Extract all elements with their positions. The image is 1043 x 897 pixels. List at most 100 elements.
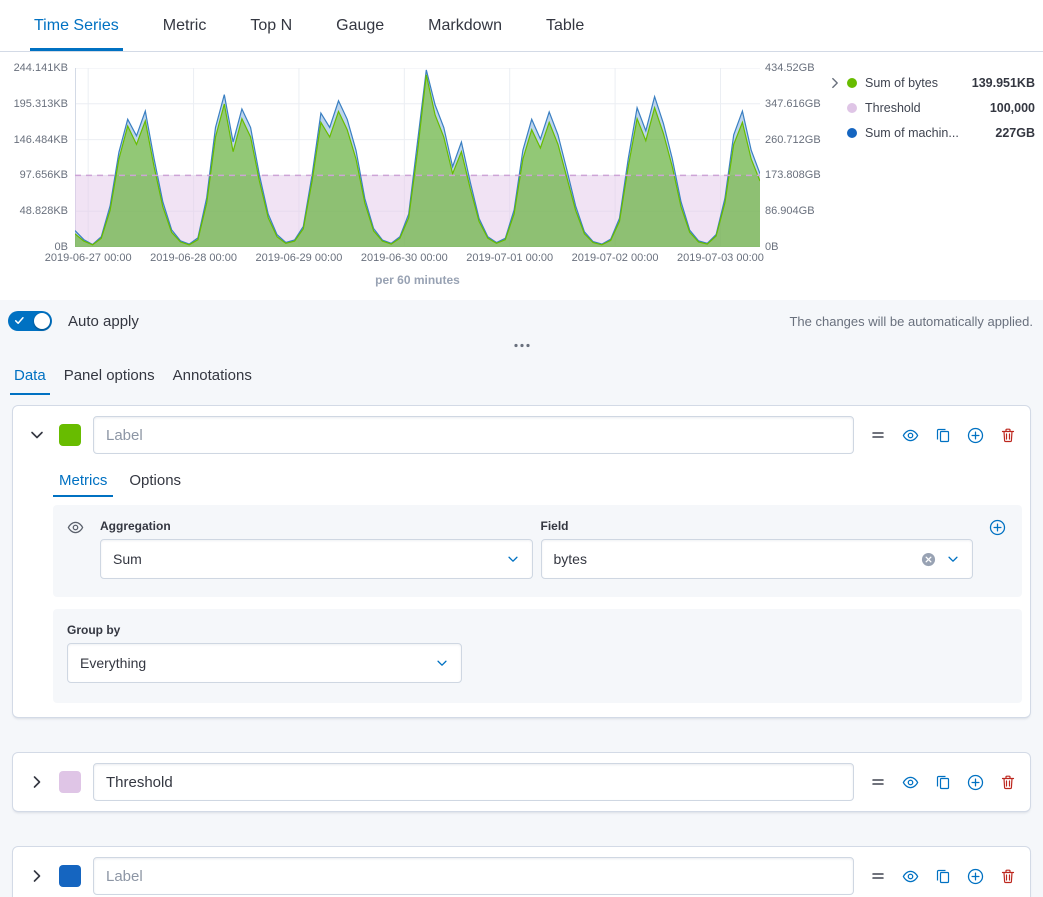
tab-gauge[interactable]: Gauge (332, 0, 388, 51)
series-card-3 (12, 846, 1031, 897)
visualization-type-tabs: Time Series Metric Top N Gauge Markdown … (0, 0, 1043, 52)
legend-label: Sum of bytes (865, 76, 964, 90)
legend-value: 227GB (995, 126, 1035, 140)
series-color-swatch[interactable] (59, 865, 81, 887)
metric-visibility-button[interactable] (67, 519, 84, 536)
axis-tick-label: 2019-07-02 00:00 (560, 252, 670, 264)
aggregation-label: Aggregation (100, 519, 533, 533)
chevron-down-icon (435, 656, 449, 670)
auto-apply-toggle[interactable] (8, 311, 52, 331)
legend-item[interactable]: Threshold 100,000 (847, 95, 1035, 120)
tab-annotations[interactable]: Annotations (169, 356, 256, 395)
legend-value: 139.951KB (972, 76, 1035, 90)
legend-item[interactable]: Sum of machin... 227GB (847, 120, 1035, 145)
axis-tick-label: 2019-07-03 00:00 (665, 252, 775, 264)
add-series-button[interactable] (967, 774, 984, 791)
series-label-input[interactable] (93, 763, 854, 801)
axis-tick-label: 244.141KB (14, 62, 68, 74)
chevron-right-icon (29, 868, 45, 884)
delete-series-button[interactable] (1000, 427, 1016, 443)
axis-tick-label: 48.828KB (20, 205, 68, 217)
clone-series-button[interactable] (935, 868, 951, 884)
series-label-input[interactable] (93, 857, 854, 895)
plus-in-circle-icon (967, 868, 984, 885)
delete-series-button[interactable] (1000, 774, 1016, 790)
field-combobox[interactable]: bytes (541, 539, 974, 579)
tab-table[interactable]: Table (542, 0, 588, 51)
aggregation-value: Sum (113, 551, 142, 567)
chart-interval-caption: per 60 minutes (75, 273, 760, 287)
chevron-right-icon (29, 774, 45, 790)
expand-series-button[interactable] (27, 866, 47, 886)
series-color-dot (847, 103, 857, 113)
y-axis-left-labels: 244.141KB195.313KB146.484KB97.656KB48.82… (0, 68, 68, 247)
chevron-down-icon (29, 427, 45, 443)
field-label: Field (541, 519, 974, 533)
chevron-down-icon (946, 552, 960, 566)
toggle-thumb (34, 313, 50, 329)
trash-icon (1000, 774, 1016, 790)
drag-bars-icon (870, 427, 886, 443)
copy-icon (935, 774, 951, 790)
tab-time-series[interactable]: Time Series (30, 0, 123, 51)
plus-in-circle-icon (989, 519, 1006, 536)
tab-metric[interactable]: Metric (159, 0, 211, 51)
add-metric-button[interactable] (989, 519, 1006, 536)
series-color-swatch[interactable] (59, 771, 81, 793)
sort-drag-button[interactable] (870, 774, 886, 790)
series-card-1: Metrics Options Aggregation Sum (12, 405, 1031, 718)
auto-apply-description: The changes will be automatically applie… (789, 314, 1033, 329)
aggregation-panel: Aggregation Sum Field bytes (53, 505, 1022, 597)
group-by-panel: Group by Everything (53, 609, 1022, 703)
series-color-dot (847, 78, 857, 88)
clone-series-button[interactable] (935, 774, 951, 790)
axis-tick-label: 2019-07-01 00:00 (455, 252, 565, 264)
plus-in-circle-icon (967, 427, 984, 444)
group-by-select[interactable]: Everything (67, 643, 462, 683)
tab-data[interactable]: Data (10, 356, 50, 395)
aggregation-select[interactable]: Sum (100, 539, 533, 579)
series-label-input[interactable] (93, 416, 854, 454)
tab-markdown[interactable]: Markdown (424, 0, 506, 51)
series-color-dot (847, 128, 857, 138)
clear-field-button[interactable] (921, 552, 936, 567)
clone-series-button[interactable] (935, 427, 951, 443)
axis-tick-label: 146.484KB (14, 134, 68, 146)
expand-series-button[interactable] (27, 772, 47, 792)
tab-options[interactable]: Options (123, 464, 187, 497)
time-series-chart[interactable] (75, 68, 760, 247)
axis-tick-label: 347.616GB (765, 98, 821, 110)
axis-tick-label: 2019-06-27 00:00 (33, 252, 143, 264)
series-subtabs: Metrics Options (53, 464, 1030, 497)
plus-in-circle-icon (967, 774, 984, 791)
delete-series-button[interactable] (1000, 868, 1016, 884)
toggle-series-visibility-button[interactable] (902, 774, 919, 791)
add-series-button[interactable] (967, 868, 984, 885)
drag-bars-icon (870, 774, 886, 790)
tab-top-n[interactable]: Top N (246, 0, 296, 51)
toggle-series-visibility-button[interactable] (902, 868, 919, 885)
toggle-series-visibility-button[interactable] (902, 427, 919, 444)
collapse-series-button[interactable] (27, 425, 47, 445)
axis-tick-label: 2019-06-28 00:00 (139, 252, 249, 264)
series-color-swatch[interactable] (59, 424, 81, 446)
add-series-button[interactable] (967, 427, 984, 444)
axis-tick-label: 173.808GB (765, 169, 821, 181)
trash-icon (1000, 427, 1016, 443)
sort-drag-button[interactable] (870, 427, 886, 443)
legend-collapse-button[interactable] (826, 74, 844, 95)
sort-drag-button[interactable] (870, 868, 886, 884)
chart-legend: Sum of bytes 139.951KB Threshold 100,000… (847, 70, 1035, 145)
axis-tick-label: 97.656KB (20, 169, 68, 181)
legend-label: Sum of machin... (865, 126, 987, 140)
auto-apply-label: Auto apply (68, 313, 139, 330)
tab-panel-options[interactable]: Panel options (60, 356, 159, 395)
tab-metrics[interactable]: Metrics (53, 464, 113, 497)
group-by-label: Group by (67, 623, 1008, 637)
eye-icon (902, 427, 919, 444)
series-card-2 (12, 752, 1031, 812)
legend-item[interactable]: Sum of bytes 139.951KB (847, 70, 1035, 95)
editor-area: Auto apply The changes will be automatic… (0, 300, 1043, 897)
resize-drag-handle[interactable] (503, 339, 541, 352)
axis-tick-label: 260.712GB (765, 134, 821, 146)
